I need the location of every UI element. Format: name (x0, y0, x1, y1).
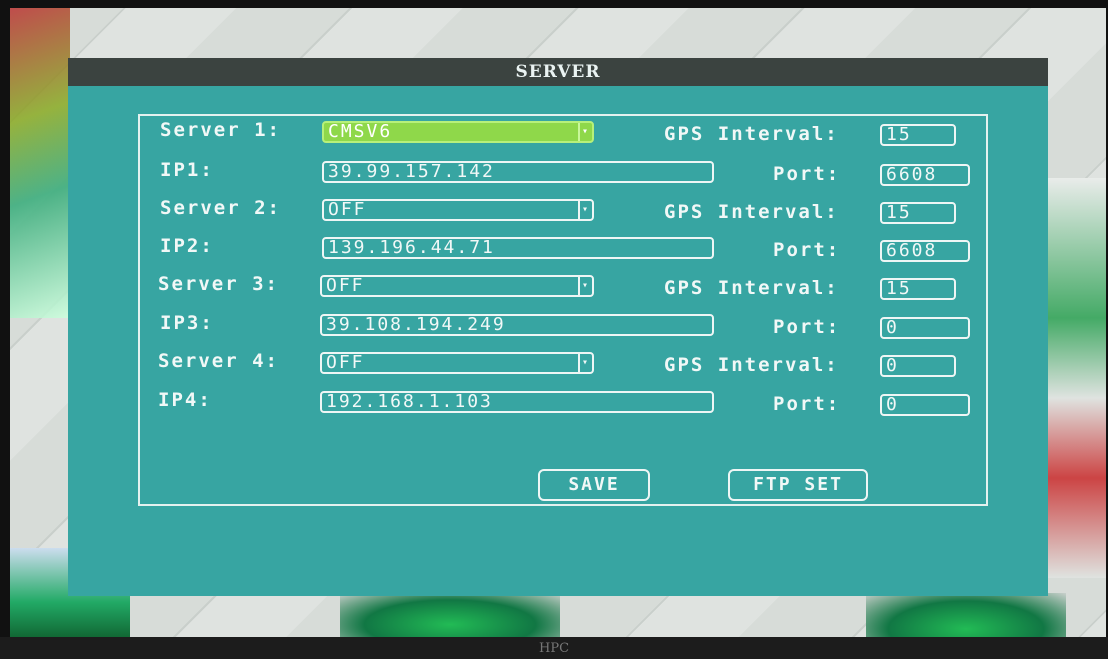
monitor-brand: HPC (538, 641, 570, 656)
server-2-value: OFF (328, 199, 367, 220)
server-1-label: Server 1: (160, 119, 281, 141)
port-1-input[interactable]: 6608 (880, 164, 970, 186)
gps-interval-3-input[interactable]: 15 (880, 278, 956, 300)
gps-interval-3-label: GPS Interval: (664, 277, 839, 299)
server-3-value: OFF (326, 275, 365, 296)
dropdown-arrow-icon: ▾ (578, 123, 592, 141)
server-3-select[interactable]: OFF ▾ (320, 275, 594, 297)
port-4-input[interactable]: 0 (880, 394, 970, 416)
ftp-set-button[interactable]: FTP SET (728, 469, 868, 501)
port-3-label: Port: (773, 316, 841, 338)
gps-interval-4-input[interactable]: 0 (880, 355, 956, 377)
ip2-input[interactable]: 139.196.44.71 (322, 237, 714, 259)
port-1-label: Port: (773, 163, 841, 185)
server-2-select[interactable]: OFF ▾ (322, 199, 594, 221)
gps-interval-1-input[interactable]: 15 (880, 124, 956, 146)
port-3-input[interactable]: 0 (880, 317, 970, 339)
dropdown-arrow-icon: ▾ (578, 201, 592, 219)
ip1-label: IP1: (160, 159, 214, 181)
server-2-label: Server 2: (160, 197, 281, 219)
server-4-select[interactable]: OFF ▾ (320, 352, 594, 374)
server-4-value: OFF (326, 352, 365, 373)
server-dialog: SERVER Server 1: CMSV6 ▾ GPS Interval: 1… (68, 58, 1048, 596)
ip4-input[interactable]: 192.168.1.103 (320, 391, 714, 413)
port-2-input[interactable]: 6608 (880, 240, 970, 262)
ip3-input[interactable]: 39.108.194.249 (320, 314, 714, 336)
save-button[interactable]: SAVE (538, 469, 650, 501)
server-1-value: CMSV6 (328, 121, 393, 142)
dialog-title: SERVER (68, 58, 1048, 86)
dropdown-arrow-icon: ▾ (578, 277, 592, 295)
server-1-select[interactable]: CMSV6 ▾ (322, 121, 594, 143)
gps-interval-2-input[interactable]: 15 (880, 202, 956, 224)
dropdown-arrow-icon: ▾ (578, 354, 592, 372)
gps-interval-1-label: GPS Interval: (664, 123, 839, 145)
gps-interval-2-label: GPS Interval: (664, 201, 839, 223)
ip1-input[interactable]: 39.99.157.142 (322, 161, 714, 183)
port-4-label: Port: (773, 393, 841, 415)
server-4-label: Server 4: (158, 350, 279, 372)
ip2-label: IP2: (160, 235, 214, 257)
ip4-label: IP4: (158, 389, 212, 411)
gps-interval-4-label: GPS Interval: (664, 354, 839, 376)
port-2-label: Port: (773, 239, 841, 261)
ip3-label: IP3: (160, 312, 214, 334)
server-3-label: Server 3: (158, 273, 279, 295)
